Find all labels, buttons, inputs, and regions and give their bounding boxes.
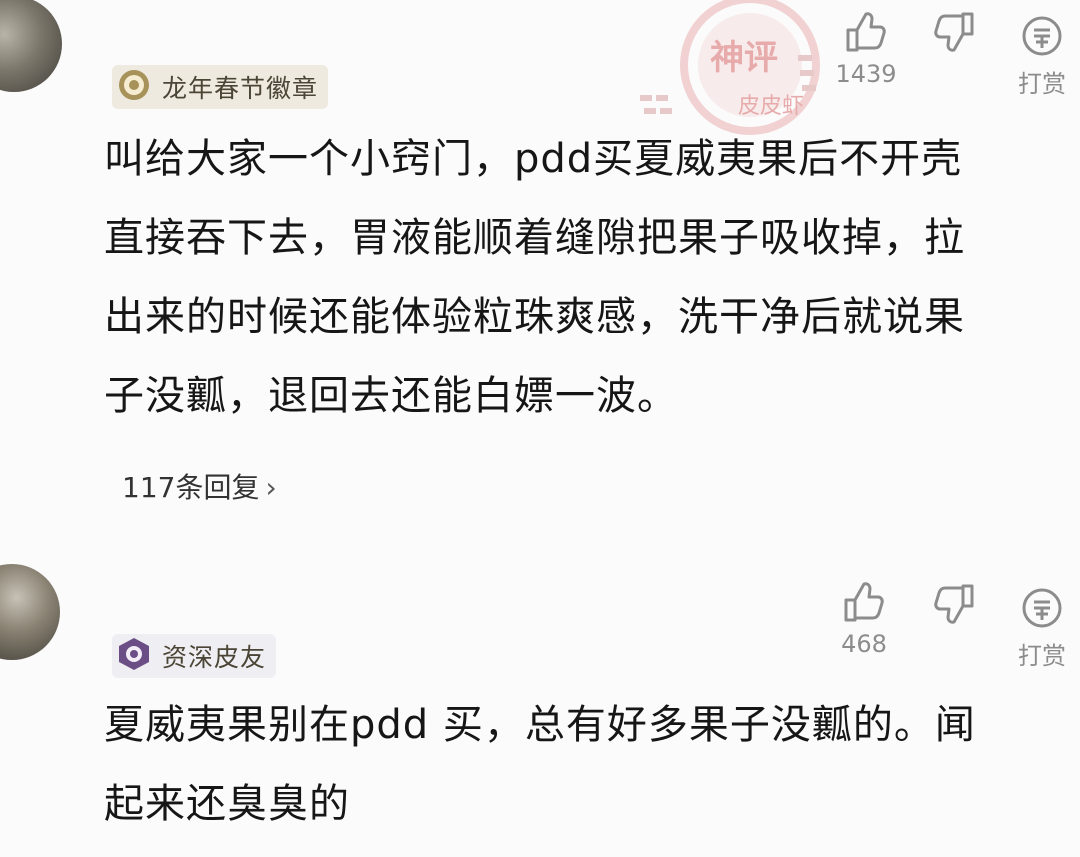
like-count: 468	[841, 630, 887, 658]
comment-line: 出来的时候还能体验粒珠爽感，洗干净后就说果	[104, 294, 965, 340]
reward-label: 打赏	[1018, 70, 1066, 98]
thumbs-down-icon	[934, 584, 974, 624]
badge-spring-festival[interactable]: 龙年春节徽章	[112, 65, 329, 109]
badge-icon	[116, 67, 152, 107]
watermark-stamp-text: 神评	[710, 38, 778, 78]
dislike-button[interactable]	[914, 582, 994, 626]
comment-line: 直接吞下去，胃液能顺着缝隙把果子吸收掉，拉	[104, 215, 965, 261]
like-button[interactable]: 1439	[826, 10, 906, 88]
badge-label: 资深皮友	[162, 643, 267, 672]
replies-count: 117条回复	[122, 471, 260, 504]
dislike-button[interactable]	[914, 10, 994, 54]
badge-icon	[116, 636, 152, 676]
reward-button[interactable]: 打赏	[1002, 14, 1080, 99]
badge-senior-member[interactable]: 资深皮友	[112, 634, 277, 678]
thumbs-up-icon	[846, 12, 886, 52]
reward-button[interactable]: 打赏	[1002, 586, 1080, 671]
replies-link[interactable]: 117条回复 ›	[122, 466, 277, 506]
watermark-brand-text: 皮皮虾	[738, 94, 805, 119]
reward-label: 打赏	[1018, 642, 1066, 670]
like-button[interactable]: 468	[824, 580, 904, 658]
chevron-right-icon: ›	[265, 471, 277, 504]
thumbs-up-icon	[844, 582, 884, 622]
thumbs-down-icon	[934, 12, 974, 52]
avatar[interactable]	[0, 564, 60, 660]
reward-coin-icon	[1022, 16, 1062, 56]
comment-line: 夏威夷果别在pdd 买，总有好多果子没瓤的。闻	[104, 702, 976, 748]
comment-line: 起来还臭臭的	[104, 781, 350, 827]
like-count: 1439	[835, 60, 897, 88]
comment-line: 子没瓤，退回去还能白嫖一波。	[104, 373, 678, 419]
avatar[interactable]	[0, 0, 62, 92]
comment-line: 叫给大家一个小窍门，pdd买夏威夷果后不开壳	[104, 136, 963, 182]
badge-label: 龙年春节徽章	[162, 74, 319, 103]
watermark-stamp: 神评 皮皮虾	[640, 0, 830, 140]
reward-coin-icon	[1022, 588, 1062, 628]
comment-body: 叫给大家一个小窍门，pdd买夏威夷果后不开壳 直接吞下去，胃液能顺着缝隙把果子吸…	[104, 120, 1064, 436]
comment-body: 夏威夷果别在pdd 买，总有好多果子没瓤的。闻 起来还臭臭的	[104, 686, 1064, 844]
